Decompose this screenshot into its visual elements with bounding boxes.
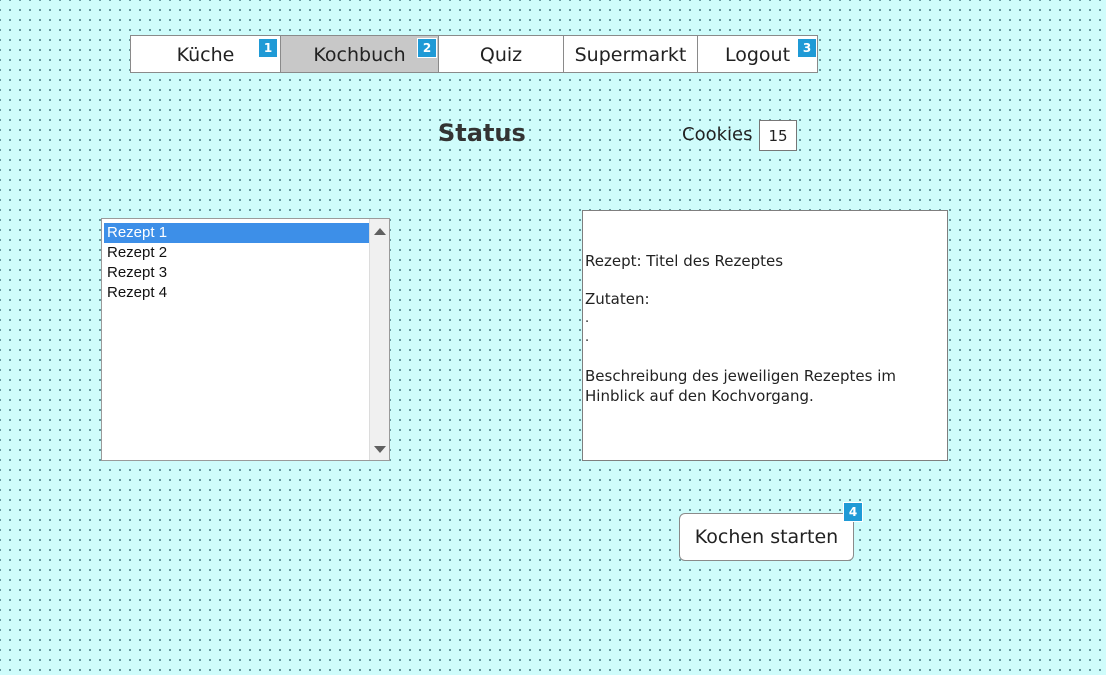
nav-tab-label: Supermarkt [574,44,687,66]
recipe-list-item[interactable]: Rezept 1 [104,223,369,243]
start-cooking-button[interactable]: Kochen starten [679,513,854,561]
nav-tab-label: Kochbuch [313,44,406,66]
recipe-list[interactable]: Rezept 1 Rezept 2 Rezept 3 Rezept 4 [101,218,390,461]
nav-tab-label: Quiz [479,44,523,66]
nav-tab-quiz[interactable]: Quiz [439,36,564,72]
recipe-list-item[interactable]: Rezept 2 [104,243,369,263]
recipe-title-line: Rezept: Titel des Rezeptes [585,252,784,270]
main-navigation: Küche 1 Kochbuch 2 Quiz Supermarkt Logou… [130,35,818,73]
nav-tab-label: Küche [176,44,235,66]
nav-tab-badge: 3 [797,38,817,58]
recipe-detail-panel: Rezept: Titel des Rezeptes Zutaten: . . … [582,210,948,461]
recipe-list-item[interactable]: Rezept 4 [104,283,369,303]
recipe-list-scrollbar[interactable] [369,219,389,460]
cookies-counter: 15 [759,120,797,151]
nav-tab-kueche[interactable]: Küche 1 [131,36,281,72]
cook-button-badge: 4 [843,502,863,522]
nav-tab-badge: 2 [417,38,437,58]
ingredients-label: Zutaten: [585,290,650,308]
nav-tab-supermarkt[interactable]: Supermarkt [564,36,698,72]
nav-tab-logout[interactable]: Logout 3 [698,36,817,72]
recipe-list-item[interactable]: Rezept 3 [104,263,369,283]
nav-tab-kochbuch[interactable]: Kochbuch 2 [281,36,439,72]
nav-tab-label: Logout [724,44,791,66]
recipe-list-items: Rezept 1 Rezept 2 Rezept 3 Rezept 4 [104,223,369,303]
scroll-down-arrow-icon[interactable] [374,446,386,453]
ingredient-bullet: . [585,330,590,345]
scroll-up-arrow-icon[interactable] [374,228,386,235]
recipe-description: Beschreibung des jeweiligen Rezeptes im … [585,367,896,405]
cookies-label: Cookies [682,124,753,145]
start-cooking-label: Kochen starten [694,526,839,548]
ingredient-bullet: . [585,311,590,326]
status-heading: Status [438,119,526,147]
nav-tab-badge: 1 [258,38,278,58]
